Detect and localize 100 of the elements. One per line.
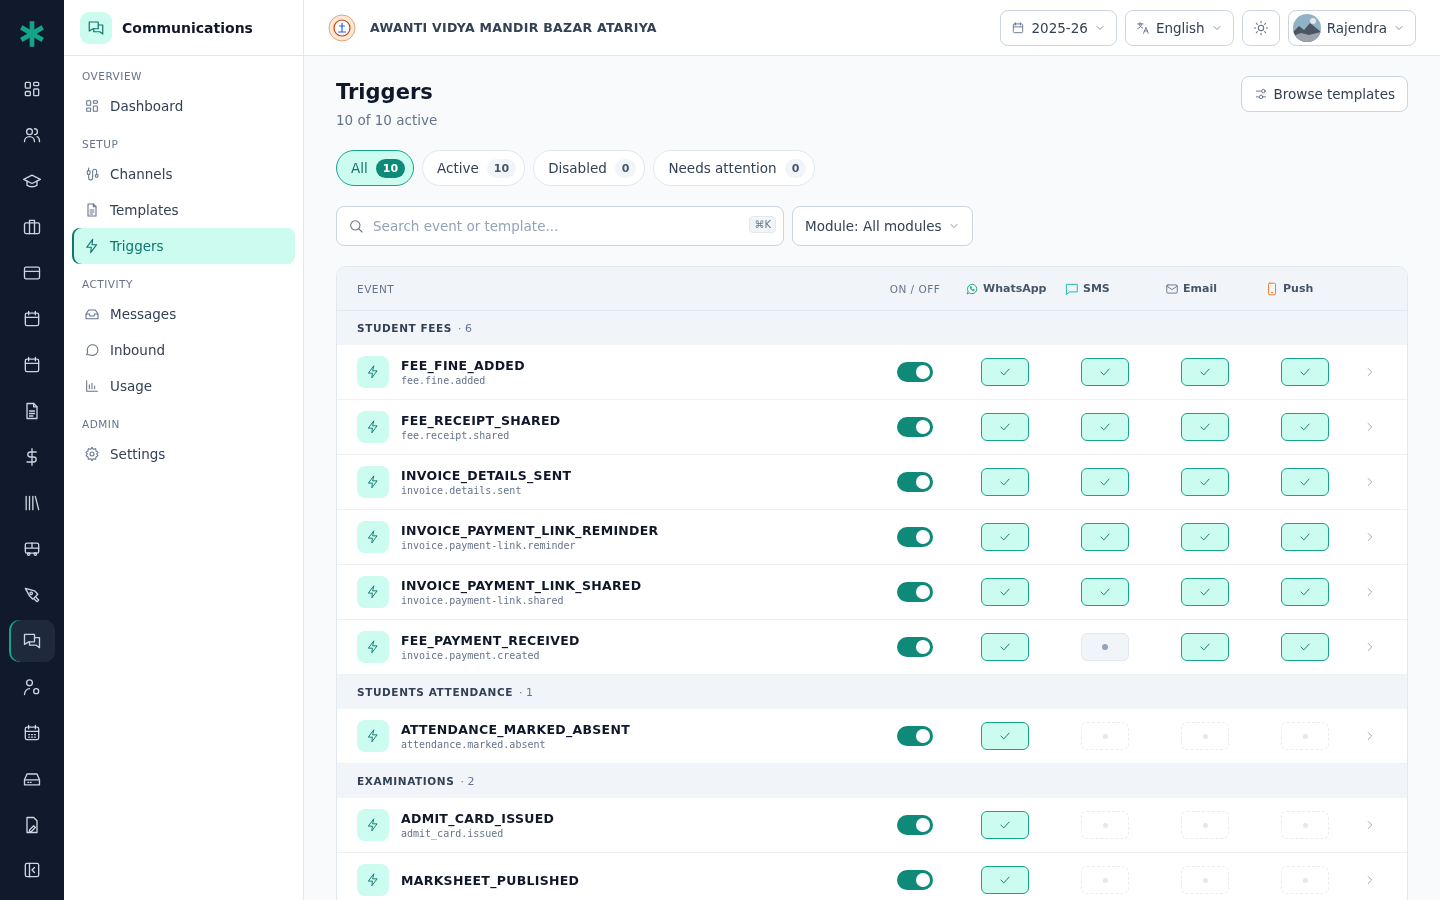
channel-toggle[interactable]	[1281, 523, 1329, 551]
filter-chip[interactable]: Active 10	[422, 150, 526, 186]
section-label: ADMIN	[81, 417, 121, 432]
toggle-switch[interactable]	[897, 582, 933, 602]
lightning-icon	[84, 238, 100, 254]
lightning-icon	[366, 585, 380, 599]
channel-toggle[interactable]	[1181, 468, 1229, 496]
channel-toggle[interactable]	[1181, 523, 1229, 551]
event-name: ADMIT_CARD_ISSUED	[401, 811, 555, 826]
rail-button[interactable]	[9, 620, 55, 662]
channel-toggle[interactable]	[1181, 578, 1229, 606]
channel-toggle[interactable]	[981, 866, 1029, 894]
event-key: admit_card.issued	[401, 828, 555, 839]
calendar-icon	[22, 355, 42, 375]
grid-icon	[22, 79, 42, 99]
channel-toggle[interactable]	[1081, 413, 1129, 441]
toggle-switch[interactable]	[897, 472, 933, 492]
channel-toggle[interactable]	[981, 413, 1029, 441]
phone-icon	[1265, 281, 1279, 296]
lightning-icon	[366, 873, 380, 887]
page-title: Triggers	[336, 80, 434, 104]
column-header: WhatsApp	[983, 282, 1047, 295]
sliders-icon	[1253, 87, 1268, 101]
channel-toggle[interactable]	[1181, 358, 1229, 386]
plug-icon	[84, 166, 100, 182]
channel-toggle[interactable]	[981, 523, 1029, 551]
channel-toggle[interactable]	[981, 358, 1029, 386]
group-count: · 6	[458, 321, 473, 335]
section-label: ACTIVITY	[81, 277, 134, 292]
school-name: AWANTI VIDYA MANDIR BAZAR ATARIYA	[370, 20, 657, 35]
module-dropdown[interactable]: Module: All modules	[792, 206, 973, 246]
channel-toggle[interactable]	[1281, 578, 1329, 606]
sun-icon	[1252, 19, 1269, 36]
event-name: FEE_PAYMENT_RECEIVED	[401, 633, 580, 648]
lightning-icon	[366, 475, 380, 489]
column-header: ON / OFF	[888, 282, 942, 295]
group-count: · 2	[460, 774, 475, 788]
toggle-switch[interactable]	[897, 527, 933, 547]
group-count: · 1	[519, 685, 534, 699]
lightning-icon	[366, 640, 380, 654]
toggle-switch[interactable]	[897, 870, 933, 890]
user-menu[interactable]: Rajendra	[1287, 9, 1416, 46]
language-selector[interactable]: English	[1124, 9, 1234, 46]
channel-toggle[interactable]	[1181, 633, 1229, 661]
year-selector[interactable]: 2025-26	[1000, 9, 1117, 46]
count-badge: 10	[375, 158, 406, 178]
sidebar-item[interactable]: Inbound	[72, 332, 295, 368]
calendar-icon	[22, 723, 42, 743]
event-key: attendance.marked.absent	[401, 739, 631, 750]
channel-toggle[interactable]	[1081, 468, 1129, 496]
group-title: STUDENTS ATTENDANCE	[357, 686, 514, 698]
event-key: invoice.details.sent	[401, 485, 572, 496]
group-title: EXAMINATIONS	[357, 775, 455, 787]
channel-toggle[interactable]	[981, 811, 1029, 839]
toggle-switch[interactable]	[897, 815, 933, 835]
theme-button[interactable]	[1241, 9, 1280, 46]
lightning-icon	[366, 420, 380, 434]
browse-templates-button[interactable]: Browse templates	[1240, 76, 1408, 112]
channel-toggle[interactable]	[981, 633, 1029, 661]
sidebar-item[interactable]: Templates	[72, 192, 295, 228]
channel-toggle[interactable]	[1081, 578, 1129, 606]
sidebar-collapse-icon	[22, 860, 42, 880]
column-header: EVENT	[357, 282, 396, 295]
column-header: Email	[1183, 282, 1217, 295]
channel-toggle[interactable]	[1281, 468, 1329, 496]
sidebar-item[interactable]: Messages	[72, 296, 295, 332]
event-key: invoice.payment.created	[401, 650, 580, 661]
channel-toggle[interactable]	[1281, 413, 1329, 441]
sidebar-item[interactable]: Channels	[72, 156, 295, 192]
sidebar-item[interactable]: Usage	[72, 368, 295, 404]
briefcase-icon	[22, 217, 42, 237]
channel-toggle[interactable]	[981, 722, 1029, 750]
page-subtitle: 10 of 10 active	[336, 112, 438, 128]
filter-chip[interactable]: Needs attention 0	[653, 150, 816, 186]
toggle-switch[interactable]	[897, 417, 933, 437]
channel-toggle[interactable]	[981, 578, 1029, 606]
filter-chip[interactable]: Disabled 0	[533, 150, 646, 186]
toggle-switch[interactable]	[897, 362, 933, 382]
user-gear-icon	[22, 677, 42, 697]
channel-toggle[interactable]	[1281, 358, 1329, 386]
toggle-switch[interactable]	[897, 726, 933, 746]
event-name: FEE_RECEIPT_SHARED	[401, 413, 561, 428]
sidebar-item[interactable]: Dashboard	[72, 88, 295, 124]
channel-toggle[interactable]	[1081, 523, 1129, 551]
sidebar-item[interactable]: Triggers	[72, 228, 295, 264]
channel-toggle[interactable]	[1081, 358, 1129, 386]
chat-icon	[87, 18, 105, 37]
envelope-icon	[1165, 281, 1179, 296]
toggle-switch[interactable]	[897, 637, 933, 657]
filter-chip[interactable]: All 10	[336, 150, 415, 186]
sidebar-item[interactable]: Settings	[72, 436, 295, 472]
event-name: FEE_FINE_ADDED	[401, 358, 525, 373]
event-name: MARKSHEET_PUBLISHED	[401, 872, 580, 888]
channel-toggle[interactable]	[1181, 413, 1229, 441]
channel-toggle[interactable]	[1281, 633, 1329, 661]
bar-chart-icon	[84, 378, 100, 394]
count-badge: 0	[784, 158, 807, 178]
pen-icon	[22, 585, 42, 605]
channel-toggle[interactable]	[981, 468, 1029, 496]
group-title: STUDENT FEES	[357, 322, 453, 334]
